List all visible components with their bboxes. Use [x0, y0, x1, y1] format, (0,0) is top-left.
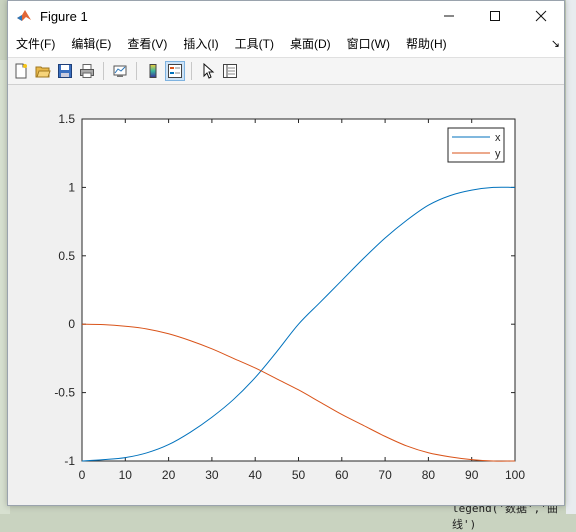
toolbar-separator: [191, 62, 192, 80]
new-figure-button[interactable]: [11, 61, 31, 81]
x-tick-label: 100: [505, 468, 525, 482]
legend[interactable]: xy: [447, 127, 505, 163]
matlab-icon: [17, 10, 31, 21]
dock-arrow-icon[interactable]: ↘: [551, 37, 560, 50]
property-inspector-button[interactable]: [220, 61, 240, 81]
y-tick-label: -1: [64, 454, 75, 468]
toolbar-separator: [136, 62, 137, 80]
background-window-right: [566, 0, 576, 514]
menu-insert[interactable]: 插入(I): [175, 31, 226, 57]
minimize-icon: [444, 15, 454, 17]
link-plot-icon: [113, 65, 127, 77]
x-tick-label: 50: [292, 468, 306, 482]
y-tick-label: 1.5: [58, 112, 75, 126]
title-bar[interactable]: Figure 1: [8, 1, 564, 31]
x-tick-label: 60: [335, 468, 349, 482]
print-button[interactable]: [77, 61, 97, 81]
x-tick-label: 70: [378, 468, 392, 482]
close-button[interactable]: [518, 1, 564, 31]
save-icon: [58, 64, 72, 78]
menu-window[interactable]: 窗口(W): [339, 31, 398, 57]
edit-plot-button[interactable]: [198, 61, 218, 81]
minimize-button[interactable]: [426, 1, 472, 31]
maximize-icon: [490, 11, 500, 21]
x-tick-label: 30: [205, 468, 219, 482]
menu-bar: 文件(F) 编辑(E) 查看(V) 插入(I) 工具(T) 桌面(D) 窗口(W…: [8, 31, 564, 57]
maximize-button[interactable]: [472, 1, 518, 31]
y-tick-label: 1: [68, 180, 75, 194]
legend-label: y: [495, 148, 501, 160]
axes-box[interactable]: [81, 118, 516, 462]
x-tick-label: 80: [422, 468, 436, 482]
menu-tools[interactable]: 工具(T): [227, 31, 282, 57]
link-plot-button[interactable]: [110, 61, 130, 81]
figure-canvas: 0 10 20 30 40 50 60 70 80 90 100 -1 -0.5 0 0.5 1 1.5 xy: [8, 85, 564, 505]
close-icon: [535, 10, 547, 22]
new-figure-icon: [15, 63, 27, 79]
line-chart[interactable]: 0 10 20 30 40 50 60 70 80 90 100 -1 -0.5 0 0.5 1 1.5 xy: [8, 85, 564, 505]
figure-window: Figure 1 文件(F) 编辑(E) 查看(V) 插入(I) 工具(T) 桌…: [7, 0, 565, 506]
menu-edit[interactable]: 编辑(E): [63, 31, 119, 57]
colorbar-button[interactable]: [143, 61, 163, 81]
window-title: Figure 1: [40, 8, 88, 24]
legend-button[interactable]: [165, 61, 185, 81]
toolbar: [8, 57, 564, 85]
menu-desktop[interactable]: 桌面(D): [282, 31, 339, 57]
edit-plot-icon: [203, 63, 215, 79]
property-inspector-icon: [223, 64, 237, 78]
x-tick-label: 90: [465, 468, 479, 482]
toolbar-separator: [103, 62, 104, 80]
y-tick-label: -0.5: [54, 386, 75, 400]
open-file-icon: [35, 66, 51, 78]
print-icon: [80, 64, 94, 78]
menu-file[interactable]: 文件(F): [8, 31, 63, 57]
menu-help[interactable]: 帮助(H): [398, 31, 455, 57]
y-tick-label: 0: [68, 317, 75, 331]
menu-view[interactable]: 查看(V): [119, 31, 175, 57]
x-tick-label: 20: [162, 468, 176, 482]
x-tick-label: 0: [79, 468, 86, 482]
x-tick-label: 10: [119, 468, 133, 482]
save-button[interactable]: [55, 61, 75, 81]
y-tick-label: 0.5: [58, 249, 75, 263]
legend-label: x: [495, 132, 501, 144]
legend-icon: [168, 64, 182, 78]
open-file-button[interactable]: [33, 61, 53, 81]
x-tick-label: 40: [249, 468, 263, 482]
colorbar-icon: [149, 64, 157, 78]
